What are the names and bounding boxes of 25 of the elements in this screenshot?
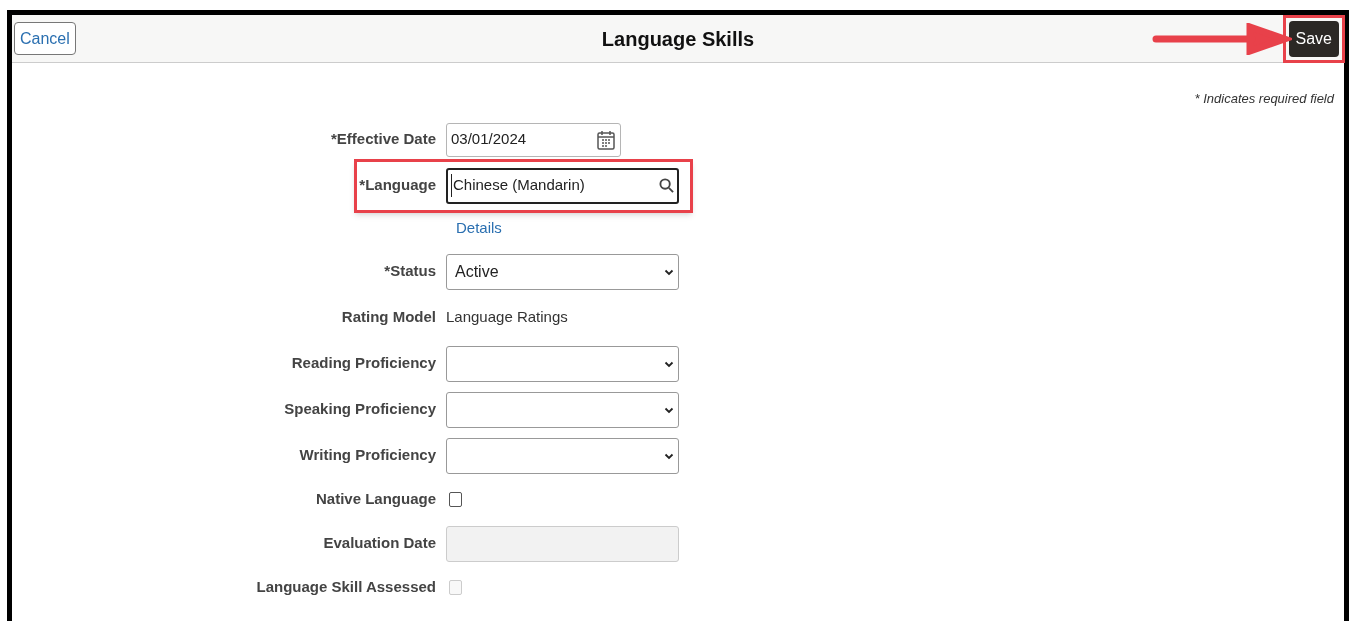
field-label: *Effective Date [329,129,437,150]
field-label: Speaking Proficiency [283,399,437,420]
field-value: Language Ratings [446,307,568,328]
field-label: *Language [358,175,437,196]
field-label: Language Skill Assessed [255,577,437,598]
field-label: Native Language [314,489,437,510]
cancel-button[interactable]: Cancel [14,22,76,55]
field-label: *Status [383,261,437,282]
checkbox[interactable] [449,492,462,507]
save-button[interactable]: Save [1288,20,1339,57]
page-title: Language Skills [601,26,755,52]
dropdown[interactable] [446,345,679,382]
field-label: Writing Proficiency [298,445,437,466]
dropdown[interactable]: Active [446,253,679,290]
dropdown[interactable] [446,437,679,474]
date-field[interactable]: 03/01/2024 [446,122,621,157]
search-icon[interactable] [659,178,674,193]
calendar-icon[interactable] [596,128,616,151]
language-field[interactable]: Chinese (Mandarin) [446,167,679,204]
field-label: Evaluation Date [322,533,437,554]
required-note: * Indicates required field [1194,90,1334,108]
field-label: Reading Proficiency [290,353,437,374]
details-link[interactable]: Details [456,217,502,240]
field-label: Rating Model [340,307,437,328]
dropdown[interactable] [446,391,679,428]
